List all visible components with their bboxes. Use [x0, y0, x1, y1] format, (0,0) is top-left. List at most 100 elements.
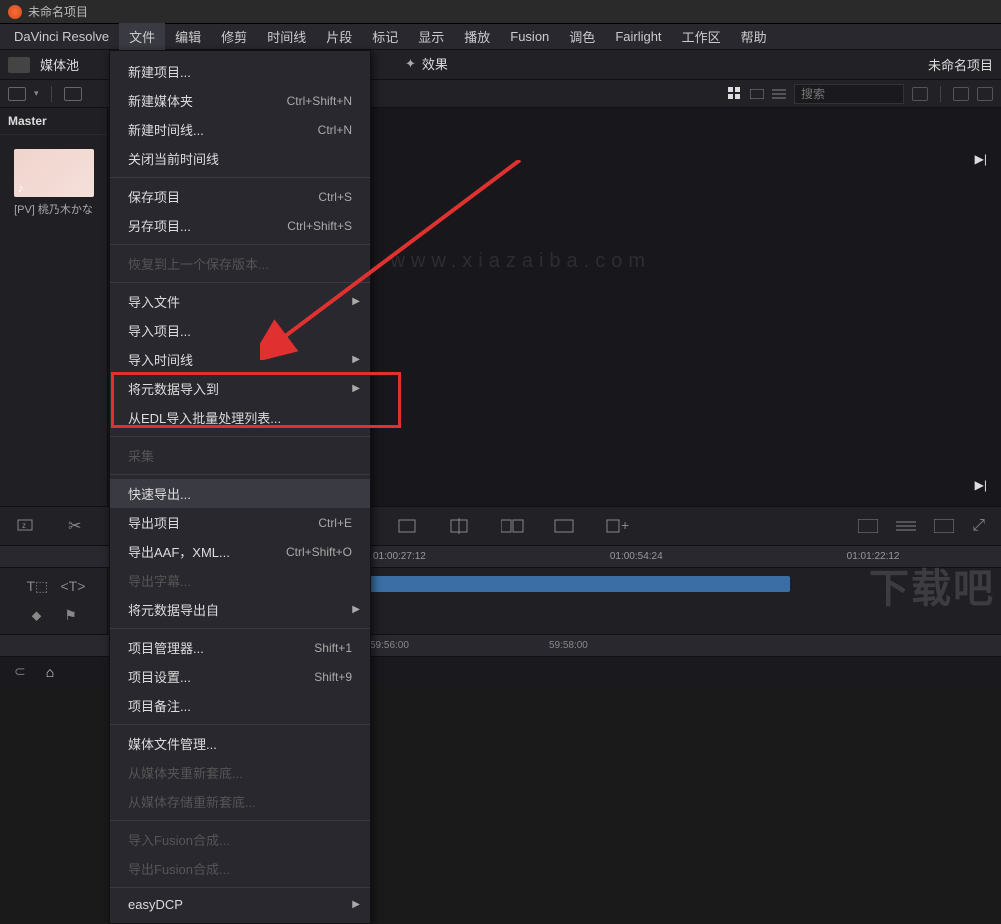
overwrite-tool-icon[interactable]	[449, 516, 473, 536]
master-bin-label[interactable]: Master	[0, 108, 107, 135]
clip-thumbnail[interactable]: [PV] 桃乃木かな	[14, 149, 94, 217]
grid-view-icon[interactable]	[728, 87, 742, 101]
dropdown-caret-icon[interactable]: ▾	[34, 88, 39, 99]
panel-icon-2[interactable]	[977, 87, 993, 101]
menu-item-导出Fusion合成: 导出Fusion合成...	[110, 854, 370, 883]
sort-icon[interactable]	[912, 87, 928, 101]
menu-item-label: 快速导出...	[128, 484, 191, 503]
menu-编辑[interactable]: 编辑	[165, 23, 211, 50]
menu-item-新建媒体夹[interactable]: 新建媒体夹Ctrl+Shift+N	[110, 86, 370, 115]
menu-item-label: easyDCP	[128, 897, 183, 912]
panel-icon-1[interactable]	[953, 87, 969, 101]
fit-tool-icon[interactable]	[553, 516, 577, 536]
next-clip-icon-2[interactable]: ▶|	[975, 478, 987, 492]
folder-icon[interactable]	[64, 87, 82, 101]
scissors-icon[interactable]: ✂	[68, 516, 81, 536]
menu-帮助[interactable]: 帮助	[731, 23, 777, 50]
menu-item-从EDL导入批量处理列表[interactable]: 从EDL导入批量处理列表...	[110, 403, 370, 432]
search-input[interactable]	[794, 84, 904, 104]
timeline-view-icon-3[interactable]	[934, 517, 954, 535]
timecode: 01:00:27:12	[373, 551, 426, 562]
menu-separator	[110, 724, 370, 725]
append-tool-icon[interactable]: +	[605, 516, 629, 536]
app-icon	[8, 5, 22, 19]
media-pool-label[interactable]: 媒体池	[40, 55, 79, 74]
video-clip[interactable]	[370, 576, 790, 592]
magnet-icon[interactable]: ⊂	[14, 663, 26, 680]
timecode: 01:00:54:24	[610, 551, 663, 562]
menu-shortcut: Ctrl+Shift+O	[286, 545, 352, 559]
menu-标记[interactable]: 标记	[362, 23, 408, 50]
filmstrip-view-icon[interactable]	[750, 87, 764, 101]
timecode: 59:58:00	[549, 640, 588, 651]
menu-文件[interactable]: 文件	[119, 23, 165, 50]
menu-separator	[110, 282, 370, 283]
menu-修剪[interactable]: 修剪	[211, 23, 257, 50]
menu-item-采集: 采集	[110, 441, 370, 470]
menu-item-导出AAF，XML[interactable]: 导出AAF，XML...Ctrl+Shift+O	[110, 537, 370, 566]
menu-item-label: 导入Fusion合成...	[128, 830, 230, 849]
menu-item-将元数据导出自[interactable]: 将元数据导出自▶	[110, 595, 370, 624]
clip-image[interactable]	[14, 149, 94, 197]
menu-separator	[110, 177, 370, 178]
menu-item-label: 导出项目	[128, 513, 180, 532]
menu-片段[interactable]: 片段	[316, 23, 362, 50]
menu-bar: DaVinci Resolve文件编辑修剪时间线片段标记显示播放Fusion调色…	[0, 24, 1001, 50]
media-pool-sidebar: Master [PV] 桃乃木かな	[0, 108, 108, 506]
media-pool-icon[interactable]	[8, 57, 30, 73]
menu-item-label: 保存项目	[128, 187, 180, 206]
lock-track-icon[interactable]: T⬚	[27, 578, 47, 595]
menu-separator	[110, 820, 370, 821]
menu-显示[interactable]: 显示	[408, 23, 454, 50]
menu-item-新建项目[interactable]: 新建项目...	[110, 57, 370, 86]
menu-item-快速导出[interactable]: 快速导出...	[110, 479, 370, 508]
menu-工作区[interactable]: 工作区	[672, 23, 731, 50]
menu-item-另存项目[interactable]: 另存项目...Ctrl+Shift+S	[110, 211, 370, 240]
menu-item-label: 将元数据导入到	[128, 379, 219, 398]
menu-item-label: 将元数据导出自	[128, 600, 219, 619]
menu-item-保存项目[interactable]: 保存项目 Ctrl+S	[110, 182, 370, 211]
menu-调色[interactable]: 调色	[559, 23, 605, 50]
menu-item-导入项目[interactable]: 导入项目...	[110, 316, 370, 345]
menu-shortcut: Ctrl+S	[318, 190, 352, 204]
menu-item-导出项目[interactable]: 导出项目 Ctrl+E	[110, 508, 370, 537]
effects-icon[interactable]: ✦	[405, 56, 416, 72]
insert-tool-icon[interactable]	[397, 516, 421, 536]
menu-item-label: 媒体文件管理...	[128, 734, 217, 753]
menu-item-label: 导入时间线	[128, 350, 193, 369]
marker-tool-icon[interactable]: ⬥	[27, 607, 47, 624]
menu-item-导入文件[interactable]: 导入文件▶	[110, 287, 370, 316]
svg-text:+: +	[621, 517, 629, 533]
menu-item-label: 从媒体存储重新套底...	[128, 792, 256, 811]
submenu-arrow-icon: ▶	[352, 354, 360, 365]
menu-fusion[interactable]: Fusion	[500, 25, 559, 48]
menu-item-easyDCP[interactable]: easyDCP▶	[110, 892, 370, 917]
menu-fairlight[interactable]: Fairlight	[605, 25, 671, 48]
layout-icon[interactable]	[8, 87, 26, 101]
replace-tool-icon[interactable]	[501, 516, 525, 536]
menu-davinci-resolve[interactable]: DaVinci Resolve	[4, 25, 119, 48]
menu-item-项目设置[interactable]: 项目设置...Shift+9	[110, 662, 370, 691]
next-clip-icon[interactable]: ▶|	[975, 152, 987, 166]
home-page-icon[interactable]: ⌂	[46, 664, 54, 680]
expand-icon[interactable]: ⤢	[972, 517, 985, 535]
timeline-view-icon-1[interactable]	[858, 517, 878, 535]
menu-时间线[interactable]: 时间线	[257, 23, 316, 50]
flag-tool-icon[interactable]: ⚑	[61, 607, 81, 624]
menu-item-label: 新建媒体夹	[128, 91, 193, 110]
menu-item-导入时间线[interactable]: 导入时间线 ▶	[110, 345, 370, 374]
menu-item-将元数据导入到[interactable]: 将元数据导入到▶	[110, 374, 370, 403]
menu-播放[interactable]: 播放	[454, 23, 500, 50]
menu-shortcut: Ctrl+E	[318, 516, 352, 530]
menu-item-项目管理器[interactable]: 项目管理器...Shift+1	[110, 633, 370, 662]
menu-separator	[110, 887, 370, 888]
timeline-view-icon-2[interactable]	[896, 517, 916, 535]
menu-item-新建时间线[interactable]: 新建时间线...Ctrl+N	[110, 115, 370, 144]
menu-item-项目备注[interactable]: 项目备注...	[110, 691, 370, 720]
list-view-icon[interactable]	[772, 87, 786, 101]
menu-item-关闭当前时间线[interactable]: 关闭当前时间线	[110, 144, 370, 173]
menu-item-媒体文件管理[interactable]: 媒体文件管理...	[110, 729, 370, 758]
effects-label[interactable]: 效果	[422, 54, 448, 73]
text-tool-icon[interactable]: <T>	[61, 578, 81, 595]
sleep-tool-icon[interactable]: z	[16, 516, 40, 536]
